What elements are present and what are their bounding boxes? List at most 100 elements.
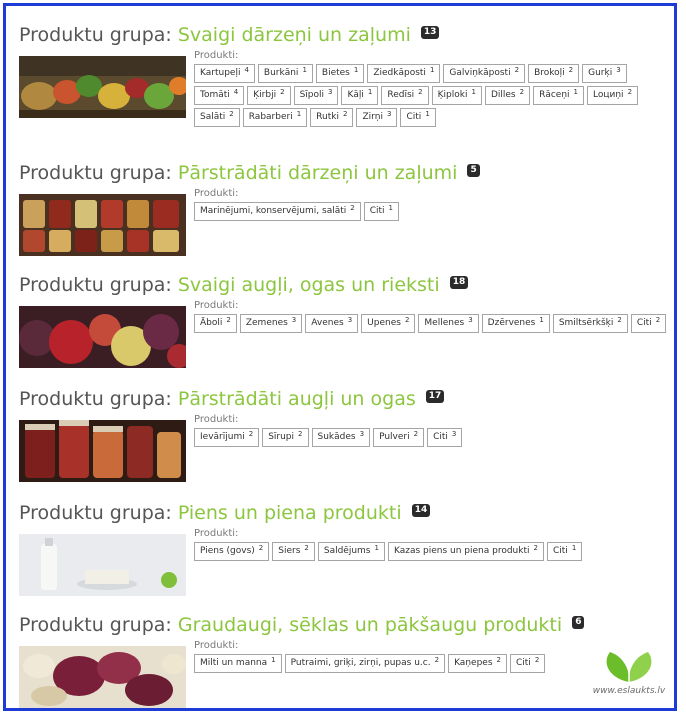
group-image[interactable] bbox=[19, 534, 186, 596]
product-tag-count: 1 bbox=[388, 204, 394, 212]
product-tag[interactable]: Redīsi 2 bbox=[381, 86, 429, 105]
product-tag[interactable]: Brokoļi 2 bbox=[528, 64, 580, 83]
group-name-link[interactable]: Pārstrādāti dārzeņi un zaļumi bbox=[178, 162, 458, 184]
product-tag[interactable]: Kartupeļi 4 bbox=[194, 64, 255, 83]
product-tag[interactable]: Citi 3 bbox=[427, 428, 463, 447]
product-tag[interactable]: Tomāti 4 bbox=[194, 86, 245, 105]
product-tag[interactable]: Mellenes 3 bbox=[418, 314, 479, 333]
product-tag[interactable]: Ievārījumi 2 bbox=[194, 428, 260, 447]
product-tag-count: 2 bbox=[413, 430, 419, 438]
product-tag-label: Salāti bbox=[200, 112, 226, 122]
product-tag-count: 2 bbox=[434, 656, 440, 664]
product-tag-label: Putraimi, griķi, zirņi, pupas u.c. bbox=[290, 658, 431, 668]
product-tag-label: Brokoļi bbox=[534, 68, 565, 78]
product-tag[interactable]: Rāceņi 1 bbox=[533, 86, 585, 105]
product-tag-list: Piens (govs) 2 Siers 2 Saldējums 1 Kazas piens… bbox=[194, 542, 674, 561]
product-tag[interactable]: Putraimi, griķi, zirņi, pupas u.c. 2 bbox=[284, 654, 446, 673]
product-tag[interactable]: Kāļi 1 bbox=[341, 86, 379, 105]
product-tag-label: Sīrupi bbox=[268, 432, 295, 442]
product-tag[interactable]: Pulveri 2 bbox=[373, 428, 425, 447]
product-tag[interactable]: Galviņkāposti 2 bbox=[443, 64, 526, 83]
products-label: Produkti: bbox=[194, 50, 239, 61]
product-tag[interactable]: Ziedkāposti 1 bbox=[367, 64, 441, 83]
product-tag[interactable]: Kazas piens un piena produkti 2 bbox=[387, 542, 544, 561]
product-tag[interactable]: Citi 1 bbox=[546, 542, 583, 561]
product-tag[interactable]: Smiltsērkšķi 2 bbox=[552, 314, 628, 333]
product-tag-label: Saldējums bbox=[323, 546, 371, 556]
product-tag[interactable]: Dilles 2 bbox=[484, 86, 531, 105]
product-tag[interactable]: Marinējumi, konservējumi, salāti 2 bbox=[194, 202, 361, 221]
group-name-link[interactable]: Pārstrādāti augļi un ogas bbox=[178, 388, 416, 410]
product-tag[interactable]: Dzērvenes 1 bbox=[481, 314, 550, 333]
product-tag[interactable]: Avenes 3 bbox=[305, 314, 359, 333]
product-tag-label: Ievārījumi bbox=[200, 432, 245, 442]
product-group: Produktu grupa: Piens un piena produkti … bbox=[19, 502, 583, 596]
product-tag[interactable]: Milti un manna 1 bbox=[194, 654, 282, 673]
logo-text: www.eslaukts.lv bbox=[592, 686, 666, 696]
product-tag[interactable]: Zirņi 3 bbox=[356, 108, 398, 127]
product-tag[interactable]: Sīpoli 3 bbox=[293, 86, 339, 105]
product-tag[interactable]: Sukādes 3 bbox=[311, 428, 371, 447]
product-tag-label: Gurķi bbox=[588, 68, 613, 78]
product-tag[interactable]: Saldējums 1 bbox=[317, 542, 385, 561]
product-tag[interactable]: Kaņepes 2 bbox=[448, 654, 507, 673]
group-prefix: Produktu grupa: bbox=[19, 24, 172, 46]
group-image[interactable] bbox=[19, 420, 186, 482]
product-tag-list: Āboli 2 Zemenes 3 Avenes 3 Upenes 2 Mellenes 3 Dzē… bbox=[194, 314, 674, 333]
product-tag-label: Zemenes bbox=[245, 318, 288, 328]
product-tag-count: 3 bbox=[359, 430, 365, 438]
product-tag-list: Ievārījumi 2 Sīrupi 2 Sukādes 3 Pulveri 2 Citi 3 bbox=[194, 428, 674, 447]
products-label: Produkti: bbox=[194, 300, 239, 311]
site-logo[interactable]: www.eslaukts.lv bbox=[588, 648, 670, 704]
product-tag[interactable]: Burkāni 1 bbox=[257, 64, 313, 83]
product-group: Produktu grupa: Pārstrādāti augļi un oga… bbox=[19, 388, 463, 482]
group-prefix: Produktu grupa: bbox=[19, 274, 172, 296]
group-name-link[interactable]: Svaigi dārzeņi un zaļumi bbox=[178, 24, 411, 46]
product-tag-label: Loциņi bbox=[593, 90, 624, 100]
product-tag[interactable]: Siers 2 bbox=[272, 542, 315, 561]
product-tag-label: Siers bbox=[278, 546, 301, 556]
product-tag[interactable]: Āboli 2 bbox=[194, 314, 237, 333]
product-tag[interactable]: Salāti 2 bbox=[194, 108, 240, 127]
product-tag[interactable]: Sīrupi 2 bbox=[262, 428, 309, 447]
product-tag-label: Upenes bbox=[367, 318, 401, 328]
product-tag-label: Rāceņi bbox=[539, 90, 570, 100]
group-image[interactable] bbox=[19, 306, 186, 368]
product-tag-label: Kazas piens un piena produkti bbox=[393, 546, 530, 556]
product-tag[interactable]: Rutki 2 bbox=[310, 108, 354, 127]
product-tag-count: 2 bbox=[496, 656, 501, 664]
product-tag-count: 4 bbox=[233, 88, 239, 96]
group-image[interactable] bbox=[19, 194, 186, 256]
product-tag[interactable]: Ķiploki 1 bbox=[431, 86, 482, 105]
product-tag-count: 2 bbox=[655, 316, 661, 324]
product-tag[interactable]: Gurķi 3 bbox=[582, 64, 627, 83]
group-name-link[interactable]: Piens un piena produkti bbox=[178, 502, 402, 524]
product-tag[interactable]: Citi 1 bbox=[363, 202, 400, 221]
product-tag[interactable]: Citi 1 bbox=[400, 108, 436, 127]
group-name-link[interactable]: Svaigi augļi, ogas un rieksti bbox=[178, 274, 440, 296]
product-tag-count: 1 bbox=[353, 66, 359, 74]
product-tag[interactable]: Ķirbji 2 bbox=[247, 86, 291, 105]
product-tag-count: 3 bbox=[387, 110, 392, 118]
product-tag[interactable]: Upenes 2 bbox=[361, 314, 416, 333]
product-tag[interactable]: Loциņi 2 bbox=[587, 86, 639, 105]
group-name-link[interactable]: Graudaugi, sēklas un pākšaugu produkti bbox=[178, 614, 562, 636]
group-image[interactable] bbox=[19, 56, 186, 118]
product-tag[interactable]: Piens (govs) 2 bbox=[194, 542, 270, 561]
product-tag[interactable]: Zemenes 3 bbox=[239, 314, 303, 333]
product-tag-count: 2 bbox=[258, 544, 264, 552]
product-tag[interactable]: Bietes 1 bbox=[315, 64, 365, 83]
product-tag-count: 3 bbox=[328, 88, 333, 96]
group-image[interactable] bbox=[19, 646, 186, 708]
group-heading: Produktu grupa: Graudaugi, sēklas un pāk… bbox=[19, 614, 585, 636]
product-tag-label: Marinējumi, konservējumi, salāti bbox=[200, 206, 347, 216]
group-prefix: Produktu grupa: bbox=[19, 388, 172, 410]
product-tag[interactable]: Rabarberi 1 bbox=[242, 108, 308, 127]
product-tag[interactable]: Citi 2 bbox=[509, 654, 546, 673]
product-tag[interactable]: Citi 2 bbox=[630, 314, 667, 333]
group-prefix: Produktu grupa: bbox=[19, 614, 172, 636]
product-tag-count: 2 bbox=[342, 110, 348, 118]
product-tag-count: 2 bbox=[627, 88, 633, 96]
product-tag-label: Piens (govs) bbox=[200, 546, 255, 556]
product-tag-count: 1 bbox=[302, 66, 307, 74]
